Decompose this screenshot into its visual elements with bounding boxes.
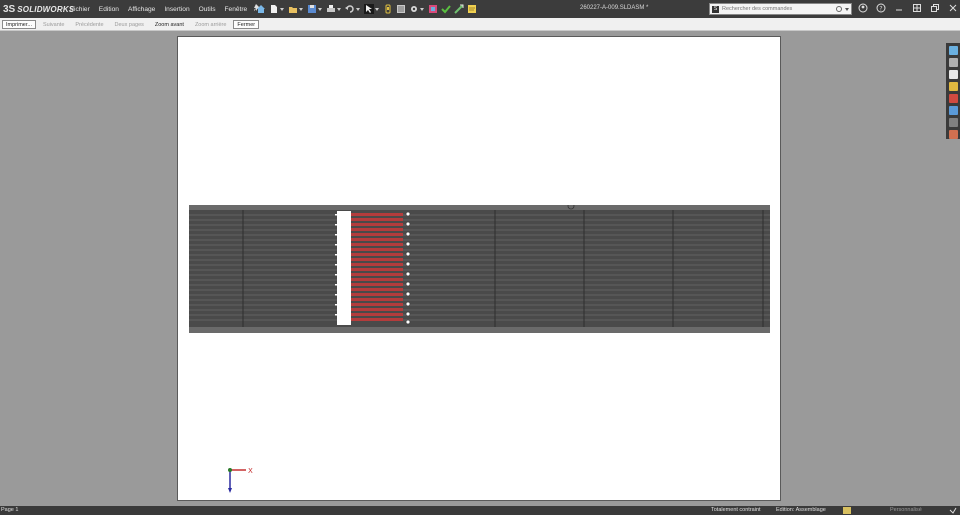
zoom-out-button[interactable]: Zoom arrière bbox=[191, 20, 230, 29]
undo-dropdown-icon[interactable] bbox=[356, 8, 360, 11]
command-search-icon: S bbox=[712, 5, 719, 13]
menu-fichier[interactable]: Fichier bbox=[70, 6, 90, 13]
select-dropdown-icon[interactable] bbox=[375, 8, 379, 11]
units-status[interactable]: Personnalisé bbox=[890, 507, 922, 513]
svg-text:?: ? bbox=[879, 6, 882, 13]
constraint-status: Totalement contraint bbox=[711, 507, 761, 513]
print-preview-toolbar: Imprimer... Suivante Précédente Deux pag… bbox=[0, 18, 960, 31]
menu-insertion[interactable]: Insertion bbox=[164, 6, 189, 13]
standard-toolbar bbox=[256, 3, 480, 15]
bottom-rail bbox=[189, 327, 770, 333]
toolbox-icon[interactable] bbox=[428, 4, 438, 14]
measure-icon[interactable] bbox=[454, 4, 464, 14]
task-pane bbox=[946, 43, 960, 139]
ds-logo-icon: 3S bbox=[3, 3, 16, 15]
print-preview-page: X bbox=[177, 36, 781, 501]
top-rail bbox=[189, 205, 770, 210]
z-axis-arrow bbox=[228, 488, 232, 493]
open-folder-icon[interactable] bbox=[288, 4, 298, 14]
resources-pane-icon[interactable] bbox=[949, 58, 958, 67]
restore-icon[interactable] bbox=[929, 3, 941, 15]
tile-windows-icon[interactable] bbox=[911, 3, 923, 15]
title-bar: 3S SOLIDWORKS Fichier Edition Affichage … bbox=[0, 0, 960, 18]
menu-fenetre[interactable]: Fenêtre bbox=[225, 6, 248, 13]
menu-outils[interactable]: Outils bbox=[199, 6, 216, 13]
page-indicator: Page 1 bbox=[1, 507, 19, 513]
appearances-icon[interactable] bbox=[949, 94, 958, 103]
file-explorer-icon[interactable] bbox=[949, 82, 958, 91]
save-icon[interactable] bbox=[307, 4, 317, 14]
y-axis-origin bbox=[228, 468, 232, 472]
menu-edition[interactable]: Edition bbox=[99, 6, 119, 13]
print-icon[interactable] bbox=[326, 4, 336, 14]
print-dropdown-icon[interactable] bbox=[337, 8, 341, 11]
home-pane-icon[interactable] bbox=[949, 46, 958, 55]
window-controls: ? bbox=[857, 3, 960, 15]
document-title: 260227-A-009.SLDASM * bbox=[580, 5, 649, 11]
two-pages-button[interactable]: Deux pages bbox=[111, 20, 148, 29]
rebuild-icon[interactable] bbox=[383, 4, 393, 14]
minimize-icon[interactable] bbox=[893, 3, 905, 15]
save-dropdown-icon[interactable] bbox=[318, 8, 322, 11]
new-document-dropdown-icon[interactable] bbox=[280, 8, 284, 11]
assembly-body bbox=[189, 205, 770, 333]
x-axis-label: X bbox=[248, 467, 253, 475]
command-search[interactable]: S bbox=[709, 3, 852, 15]
search-icon[interactable] bbox=[836, 6, 842, 12]
white-channel bbox=[337, 211, 351, 325]
solidworks-logo[interactable]: 3S SOLIDWORKS bbox=[0, 0, 74, 18]
options-dropdown-icon[interactable] bbox=[420, 8, 424, 11]
search-dropdown-icon[interactable] bbox=[845, 7, 849, 11]
custom-properties-icon[interactable] bbox=[949, 106, 958, 115]
new-document-icon[interactable] bbox=[269, 4, 279, 14]
forum-icon[interactable] bbox=[949, 118, 958, 127]
open-dropdown-icon[interactable] bbox=[299, 8, 303, 11]
solidworks-3d-icon[interactable] bbox=[949, 130, 958, 139]
menu-affichage[interactable]: Affichage bbox=[128, 6, 155, 13]
select-arrow-icon[interactable] bbox=[364, 4, 374, 14]
close-icon[interactable] bbox=[947, 3, 959, 15]
edit-mode-status: Edition: Assemblage bbox=[776, 507, 826, 513]
menu-bar: Fichier Edition Affichage Insertion Outi… bbox=[70, 0, 270, 18]
note-icon[interactable] bbox=[467, 4, 477, 14]
axis-triad: X bbox=[228, 467, 253, 493]
design-library-icon[interactable] bbox=[949, 70, 958, 79]
options-gear-icon[interactable] bbox=[409, 4, 419, 14]
close-preview-button[interactable]: Fermer bbox=[233, 19, 260, 29]
rebuild-status-icon[interactable] bbox=[843, 507, 851, 514]
checkmark-icon[interactable] bbox=[441, 4, 451, 14]
print-button[interactable]: Imprimer... bbox=[2, 19, 36, 29]
undo-icon[interactable] bbox=[345, 4, 355, 14]
status-options-icon[interactable] bbox=[949, 507, 957, 515]
help-icon[interactable]: ? bbox=[875, 3, 887, 15]
zoom-in-button[interactable]: Zoom avant bbox=[151, 20, 188, 29]
next-page-button[interactable]: Suivante bbox=[39, 20, 68, 29]
brand-name: SOLIDWORKS bbox=[17, 4, 75, 14]
user-account-icon[interactable] bbox=[857, 3, 869, 15]
assembly-drawing bbox=[189, 205, 770, 333]
previous-page-button[interactable]: Précédente bbox=[71, 20, 107, 29]
status-bar: Page 1 Totalement contraint Edition: Ass… bbox=[0, 506, 960, 515]
search-input[interactable] bbox=[722, 6, 832, 12]
file-properties-icon[interactable] bbox=[396, 4, 406, 14]
home-icon[interactable] bbox=[256, 4, 266, 14]
